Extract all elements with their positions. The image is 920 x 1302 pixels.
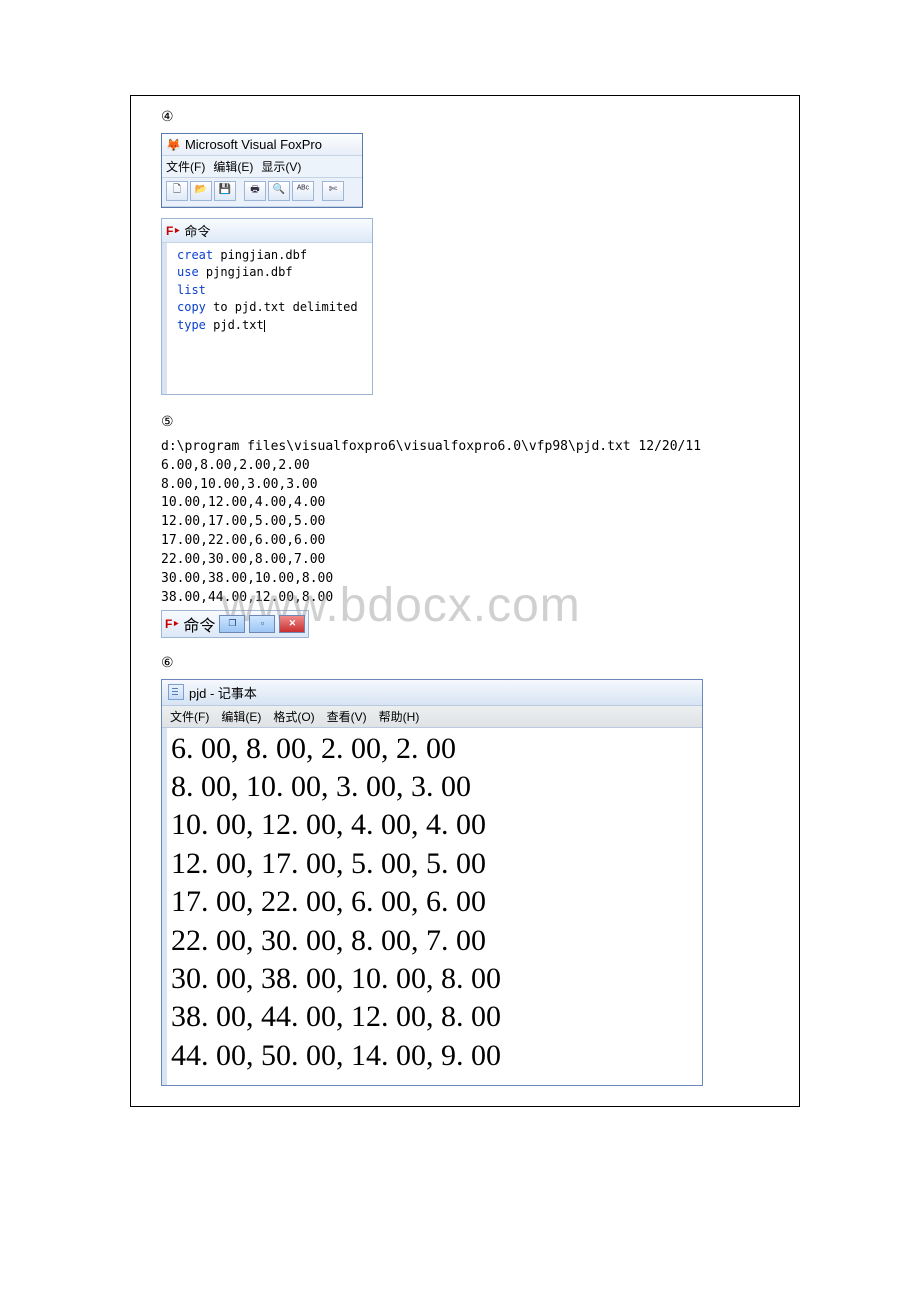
command-icon: F‣ <box>166 224 180 238</box>
notepad-titlebar[interactable]: pjd - 记事本 <box>162 680 702 706</box>
cut-icon[interactable]: ✄ <box>322 181 344 201</box>
command-titlebar[interactable]: F‣ 命令 <box>162 219 372 243</box>
np-menu-file[interactable]: 文件(F) <box>170 708 209 725</box>
menu-edit[interactable]: 编辑(E) <box>213 158 253 175</box>
np-menu-view[interactable]: 查看(V) <box>327 708 367 725</box>
open-icon[interactable]: 📂 <box>190 181 212 201</box>
spell-icon[interactable]: ᴬᴮᶜ <box>292 181 314 201</box>
command-mini-titlebar[interactable]: F‣ 命令 ❐ ▫ ✕ <box>161 610 309 638</box>
label-five: ⑤ <box>161 413 769 430</box>
minimize-icon[interactable]: ❐ <box>219 615 245 633</box>
menu-view[interactable]: 显示(V) <box>261 158 301 175</box>
np-menu-help[interactable]: 帮助(H) <box>379 708 420 725</box>
output-text: d:\program files\visualfoxpro6\visualfox… <box>161 438 769 608</box>
label-four: ④ <box>161 108 769 125</box>
maximize-icon[interactable]: ▫ <box>249 615 275 633</box>
notepad-window: pjd - 记事本 文件(F) 编辑(E) 格式(O) 查看(V) 帮助(H) … <box>161 679 703 1087</box>
np-menu-format[interactable]: 格式(O) <box>273 708 314 725</box>
save-icon[interactable]: 💾 <box>214 181 236 201</box>
notepad-app-icon <box>168 684 184 700</box>
new-icon[interactable]: 🗋 <box>166 181 188 201</box>
label-six: ⑥ <box>161 654 769 671</box>
foxpro-menubar: 文件(F) 编辑(E) 显示(V) <box>162 156 362 178</box>
document-page: ④ 🦊 Microsoft Visual FoxPro 文件(F) 编辑(E) … <box>130 95 800 1107</box>
command-mini-label: 命令 <box>183 612 215 636</box>
command-window: F‣ 命令 creat pingjian.dbf use pjngjian.db… <box>161 218 373 395</box>
foxpro-title-text: Microsoft Visual FoxPro <box>185 137 322 152</box>
menu-file[interactable]: 文件(F) <box>166 158 205 175</box>
notepad-title-text: pjd - 记事本 <box>189 683 257 702</box>
notepad-body[interactable]: 6. 00, 8. 00, 2. 00, 2. 00 8. 00, 10. 00… <box>162 728 702 1086</box>
command-title-text: 命令 <box>184 221 210 240</box>
toolbar-separator <box>316 181 320 201</box>
foxpro-titlebar[interactable]: 🦊 Microsoft Visual FoxPro <box>162 134 362 156</box>
preview-icon[interactable]: 🔍 <box>268 181 290 201</box>
close-icon[interactable]: ✕ <box>279 615 305 633</box>
np-menu-edit[interactable]: 编辑(E) <box>221 708 261 725</box>
foxpro-app-icon: 🦊 <box>166 138 181 152</box>
notepad-menubar: 文件(F) 编辑(E) 格式(O) 查看(V) 帮助(H) <box>162 706 702 728</box>
command-icon: F‣ <box>165 617 179 631</box>
foxpro-window: 🦊 Microsoft Visual FoxPro 文件(F) 编辑(E) 显示… <box>161 133 363 208</box>
command-body[interactable]: creat pingjian.dbf use pjngjian.dbf list… <box>162 243 372 394</box>
foxpro-toolbar: 🗋 📂 💾 🖶 🔍 ᴬᴮᶜ ✄ <box>162 178 362 207</box>
toolbar-separator <box>238 181 242 201</box>
print-icon[interactable]: 🖶 <box>244 181 266 201</box>
